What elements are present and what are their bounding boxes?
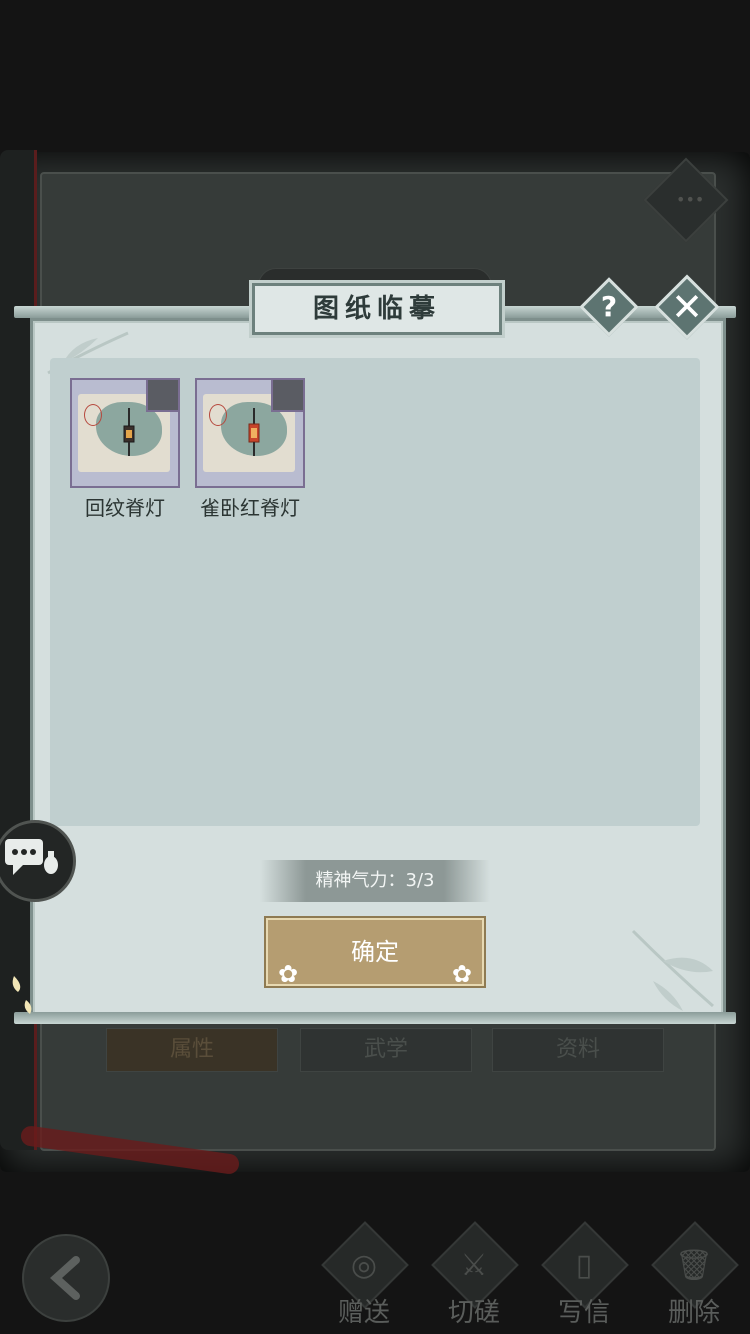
lantern-icon (248, 408, 260, 456)
blueprint-item[interactable]: 雀卧红脊灯 (195, 378, 305, 521)
delete-button[interactable]: 🗑 删除 (644, 1221, 744, 1332)
chat-bubble-icon (5, 839, 58, 875)
trash-icon: 🗑 (674, 1248, 714, 1283)
confirm-label: 确定 (351, 938, 399, 966)
tab-attributes[interactable]: 属性 (106, 1028, 278, 1072)
item-name: 雀卧红脊灯 (200, 496, 300, 520)
panel-bottom-rail (14, 1012, 736, 1024)
item-frame (195, 378, 305, 488)
tab-profile[interactable]: 资料 (492, 1028, 664, 1072)
seal-stamp-icon (209, 404, 227, 426)
write-letter-button[interactable]: ▯ 写信 (534, 1221, 634, 1332)
dialog-title: 图纸临摹 (312, 294, 441, 324)
seal-stamp-icon (84, 404, 102, 426)
tab-martial-arts[interactable]: 武学 (300, 1028, 472, 1072)
spar-button[interactable]: ⚔ 切磋 (424, 1221, 524, 1332)
item-name: 回纹脊灯 (85, 496, 165, 520)
lantern-icon (123, 408, 135, 456)
sword-icon: ⚔ (460, 1248, 488, 1283)
write-letter-label: 写信 (557, 1298, 610, 1328)
more-icon: ••• (676, 190, 705, 209)
spirit-energy-bar: 精神气力：3/3 (260, 860, 490, 902)
spirit-energy-label: 精神气力：3/3 (315, 870, 435, 891)
gift-label: 赠送 (337, 1298, 390, 1328)
confirm-button[interactable]: ✿ 确定 ✿ (266, 918, 484, 988)
back-arrow-icon (50, 1256, 80, 1300)
blueprint-item[interactable]: 回纹脊灯 (70, 378, 180, 521)
gift-button[interactable]: ◎ 赠送 (314, 1221, 414, 1332)
scroll-icon: ◎ (350, 1248, 378, 1283)
question-icon: ? (600, 290, 618, 323)
flower-ornament-icon: ✿ (451, 960, 472, 988)
flower-ornament-icon: ✿ (278, 960, 299, 988)
item-corner-badge (271, 378, 305, 412)
bamboo-leaf-icon (631, 929, 714, 1011)
delete-label: 删除 (667, 1298, 720, 1328)
close-icon: ✕ (671, 285, 703, 329)
butterfly-icon (12, 976, 32, 1014)
item-frame (70, 378, 180, 488)
spar-label: 切磋 (447, 1298, 500, 1328)
item-corner-badge (146, 378, 180, 412)
dialog-title-plate: 图纸临摹 (252, 283, 502, 335)
back-button[interactable] (22, 1234, 110, 1322)
letter-icon: ▯ (575, 1248, 593, 1283)
